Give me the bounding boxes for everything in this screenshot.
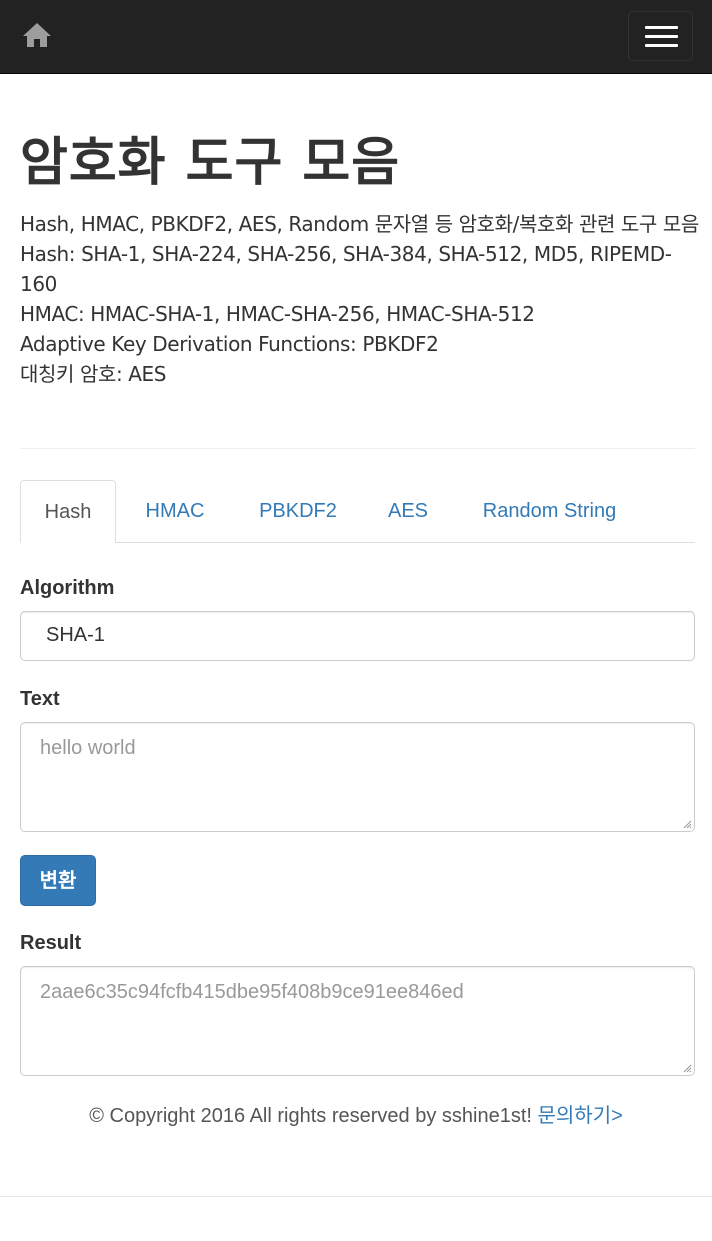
hamburger-menu-icon	[645, 26, 678, 29]
description-line: Adaptive Key Derivation Functions: PBKDF…	[20, 332, 439, 356]
description-line: Hash, HMAC, PBKDF2, AES, Random 문자열 등 암호…	[20, 212, 699, 236]
convert-button[interactable]: 변환	[20, 855, 96, 906]
text-label: Text	[20, 688, 60, 710]
description-line: Hash: SHA-1, SHA-224, SHA-256, SHA-384, …	[20, 242, 672, 296]
divider	[20, 448, 695, 449]
navbar	[0, 0, 712, 74]
algorithm-label: Algorithm	[20, 577, 115, 599]
menu-toggle-button[interactable]	[628, 11, 693, 61]
home-icon[interactable]	[22, 21, 52, 49]
text-input-placeholder: hello world	[40, 737, 136, 759]
resize-handle-icon[interactable]	[683, 820, 692, 829]
tool-tabs: Hash HMAC PBKDF2 AES Random String	[20, 480, 695, 543]
result-label: Result	[20, 932, 82, 954]
result-output[interactable]: 2aae6c35c94fcfb415dbe95f408b9ce91ee846ed	[20, 966, 695, 1076]
resize-handle-icon[interactable]	[683, 1064, 692, 1073]
algorithm-select[interactable]: SHA-1	[20, 611, 695, 661]
footer: © Copyright 2016 All rights reserved by …	[0, 1102, 712, 1130]
hamburger-menu-icon	[645, 35, 678, 38]
tab-pbkdf2[interactable]: PBKDF2	[242, 480, 354, 543]
algorithm-select-value: SHA-1	[46, 624, 105, 646]
result-value: 2aae6c35c94fcfb415dbe95f408b9ce91ee846ed	[40, 981, 464, 1003]
footer-divider	[0, 1196, 712, 1197]
page-title: 암호화 도구 모음	[20, 133, 401, 193]
text-input[interactable]: hello world	[20, 722, 695, 832]
tab-random-string[interactable]: Random String	[462, 480, 637, 543]
page-description: Hash, HMAC, PBKDF2, AES, Random 문자열 등 암호…	[20, 209, 700, 389]
description-line: 대칭키 암호: AES	[20, 362, 167, 386]
tab-hmac[interactable]: HMAC	[128, 480, 222, 543]
tab-hash[interactable]: Hash	[20, 480, 116, 543]
description-line: HMAC: HMAC-SHA-1, HMAC-SHA-256, HMAC-SHA…	[20, 302, 535, 326]
hamburger-menu-icon	[645, 44, 678, 47]
tab-aes[interactable]: AES	[374, 480, 442, 543]
contact-link[interactable]: 문의하기>	[538, 1105, 623, 1127]
copyright-text: © Copyright 2016 All rights reserved by …	[89, 1105, 532, 1127]
